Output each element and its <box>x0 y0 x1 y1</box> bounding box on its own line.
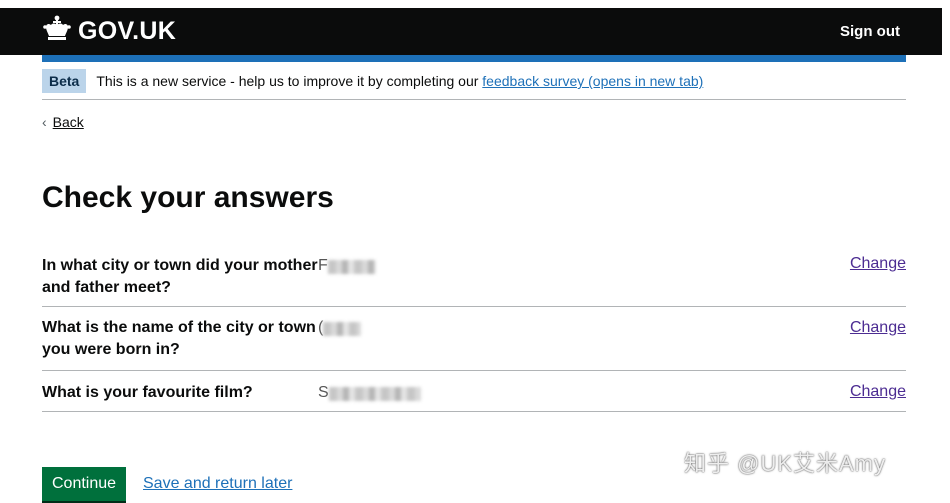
feedback-survey-link[interactable]: feedback survey (opens in new tab) <box>482 73 703 89</box>
change-link[interactable]: Change <box>850 319 906 337</box>
summary-answer: S <box>318 382 808 404</box>
redacted-answer <box>327 259 376 274</box>
summary-answer-text: F <box>318 257 328 274</box>
summary-question: In what city or town did your mother and… <box>42 257 318 296</box>
sign-out-link[interactable]: Sign out <box>840 23 900 40</box>
redacted-answer <box>328 386 421 401</box>
govuk-logo-link[interactable]: GOV.UK <box>42 14 176 48</box>
summary-question: What is the name of the city or town you… <box>42 319 316 358</box>
summary-row: What is the name of the city or town you… <box>42 307 906 371</box>
summary-question: What is your favourite film? <box>42 384 253 401</box>
phase-banner: Beta This is a new service - help us to … <box>42 63 906 100</box>
header-accent-bar <box>42 55 906 62</box>
continue-button[interactable]: Continue <box>42 467 127 501</box>
redacted-answer <box>323 321 362 336</box>
beta-tag: Beta <box>42 69 87 93</box>
summary-row: In what city or town did your mother and… <box>42 243 906 307</box>
summary-answer: ( <box>318 317 808 339</box>
page-title: Check your answers <box>42 181 334 214</box>
site-header: GOV.UK Sign out <box>0 8 942 55</box>
change-link[interactable]: Change <box>850 255 906 273</box>
change-link[interactable]: Change <box>850 383 906 401</box>
back-link-label: Back <box>52 114 84 130</box>
phase-banner-message: This is a new service - help us to impro… <box>96 73 483 89</box>
phase-banner-text: This is a new service - help us to impro… <box>96 73 703 89</box>
chevron-left-icon: ‹ <box>42 114 47 130</box>
back-link[interactable]: ‹ Back <box>42 114 84 130</box>
crown-icon <box>42 15 72 48</box>
save-and-return-later-link[interactable]: Save and return later <box>143 475 292 493</box>
watermark: 知乎 @UK艾米Amy <box>684 451 887 476</box>
summary-row: What is your favourite film? S Change <box>42 371 906 412</box>
summary-answer-text: S <box>318 384 329 401</box>
summary-list: In what city or town did your mother and… <box>42 243 906 412</box>
logo-text: GOV.UK <box>78 16 177 45</box>
summary-answer: F <box>318 255 808 277</box>
